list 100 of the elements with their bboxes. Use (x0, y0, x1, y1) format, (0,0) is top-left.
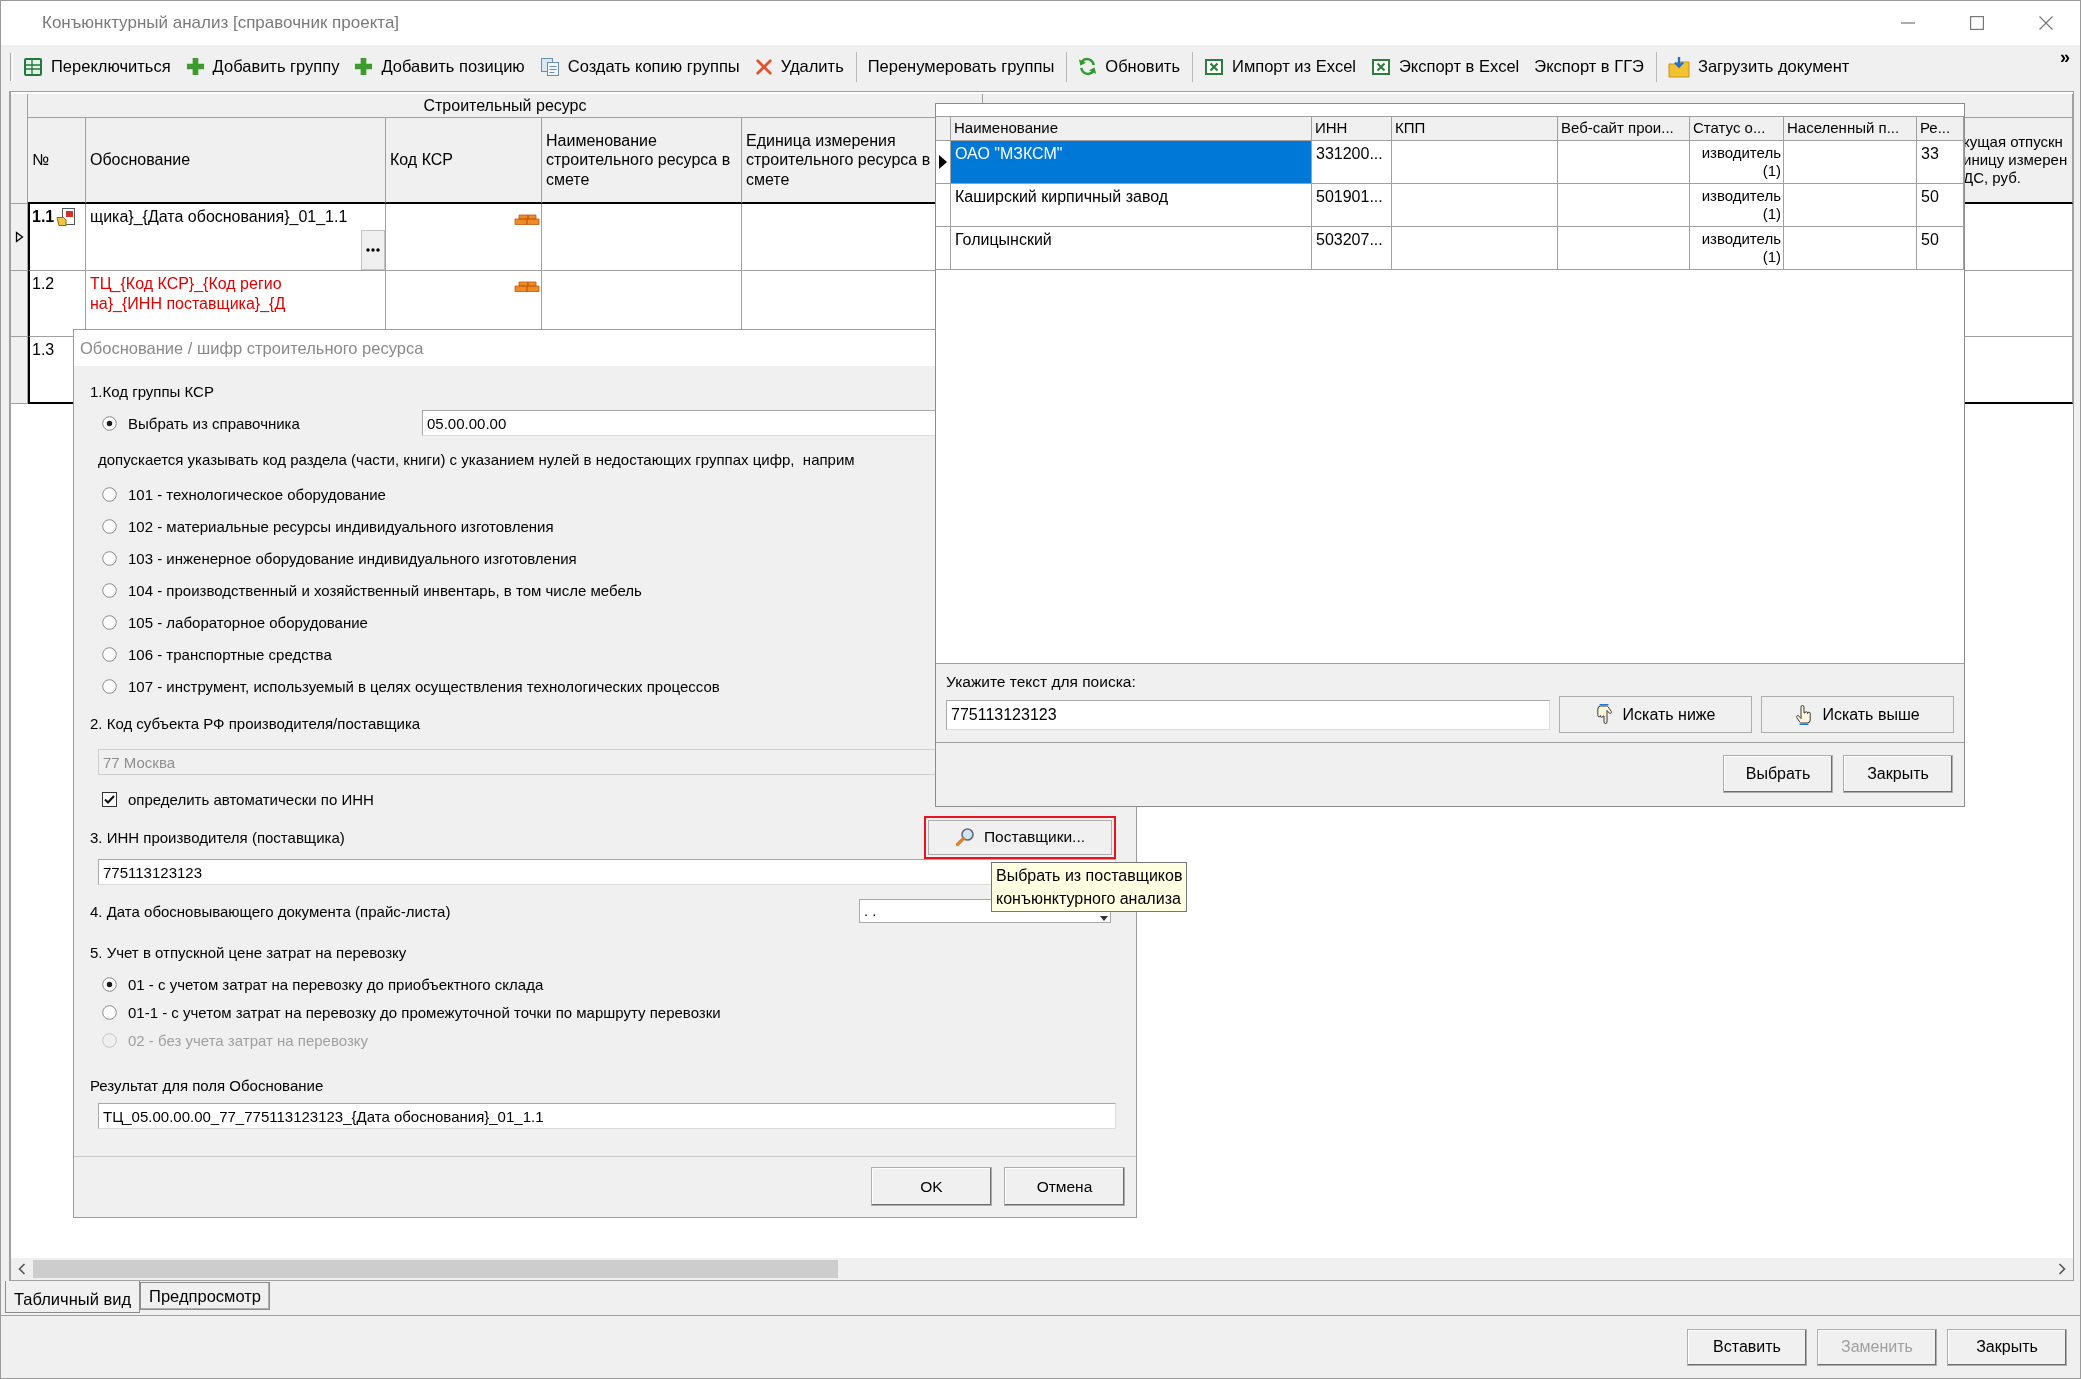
plus-icon[interactable] (185, 57, 205, 76)
table-cell[interactable] (1784, 227, 1917, 270)
search-button[interactable]: Искать выше (1761, 696, 1954, 733)
toolbar-button[interactable]: Удалить (749, 53, 849, 80)
view-tab[interactable]: Табличный вид (5, 1281, 141, 1313)
toolbar-button[interactable]: Добавить позицию (349, 53, 530, 80)
column-header[interactable]: № (28, 118, 86, 204)
table-cell[interactable]: 331200... (1312, 141, 1392, 184)
radio-button[interactable] (102, 646, 117, 662)
radio-button[interactable] (102, 550, 117, 566)
grid-sheet-icon[interactable] (23, 56, 43, 77)
radio-button[interactable] (102, 486, 117, 502)
row-header[interactable] (11, 204, 28, 271)
dialog-button[interactable]: Отмена (1004, 1167, 1125, 1206)
view-tab[interactable]: Предпросмотр (140, 1282, 270, 1310)
hint-text: допускается указывать код раздела (части, книги) с указанием нулей в недостающих группах цифр, наприм (98, 450, 855, 468)
option-label: 103 - инженерное оборудование индивидуального изготовления (128, 549, 577, 567)
table-cell[interactable] (1558, 141, 1690, 184)
toolbar-button[interactable]: Создать копию группы (534, 52, 745, 81)
option-label: Выбрать из справочника (128, 414, 300, 432)
refresh-icon[interactable] (1078, 57, 1098, 76)
search-label: Укажите текст для поиска: (946, 673, 1136, 691)
row-number: 1.2 (32, 274, 55, 294)
document-icon (56, 207, 77, 227)
table-cell[interactable]: изводитель (1) (1690, 141, 1784, 184)
table-cell[interactable] (1784, 141, 1917, 184)
radio-button[interactable] (102, 582, 117, 598)
dialog-button[interactable]: Выбрать (1723, 755, 1833, 793)
toolbar-button[interactable]: Экспорт в Excel (1366, 52, 1525, 81)
footer-button[interactable]: Закрыть (1947, 1328, 2067, 1366)
toolbar-button[interactable]: Перенумеровать группы (862, 53, 1060, 80)
column-header[interactable]: Наименование (951, 117, 1312, 141)
caret-icon[interactable] (1100, 916, 1108, 921)
column-header[interactable]: ИНН (1312, 117, 1392, 141)
toolbar-button[interactable]: Обновить (1073, 53, 1185, 80)
option-label: 106 - транспортные средства (128, 645, 332, 663)
table-cell[interactable]: изводитель (1) (1690, 227, 1784, 270)
table-cell[interactable] (1558, 184, 1690, 227)
radio-button[interactable] (102, 614, 117, 630)
dialog-button[interactable]: Закрыть (1843, 755, 1953, 793)
spreadsheet-icon[interactable] (1371, 56, 1391, 77)
edit-field[interactable]: щика}_{Дата обоснования}_01_1.1 (86, 204, 386, 271)
minimize-icon[interactable] (1900, 22, 1915, 24)
table-cell[interactable]: 50 (1917, 184, 1964, 227)
table-cell[interactable] (1392, 141, 1558, 184)
table-cell[interactable]: 501901... (1312, 184, 1392, 227)
result-field[interactable]: ТЦ_05.00.00.00_77_775113123123_{Дата обоснования}_01_1.1 (98, 1103, 1116, 1129)
radio-button[interactable] (102, 518, 117, 534)
field-value: щика}_{Дата обоснования}_01_1.1 (89, 207, 349, 227)
search-field[interactable]: 775113123123 (946, 699, 1550, 730)
table-cell[interactable]: 50 (1917, 227, 1964, 270)
radio-button[interactable] (102, 678, 117, 694)
table-cell[interactable]: Каширский кирпичный завод (951, 184, 1312, 227)
folder-arrow-icon[interactable] (1667, 55, 1690, 78)
column-header[interactable]: Наименование строительного ресурса в смете (542, 118, 742, 204)
column-header[interactable]: Обоснование (86, 118, 386, 204)
search-button[interactable]: Искать ниже (1559, 696, 1752, 733)
column-header[interactable]: Статус о... (1690, 117, 1784, 141)
toolbar-button[interactable]: Добавить группу (180, 53, 345, 80)
section-label: 4. Дата обосновывающего документа (прайс-листа) (90, 902, 451, 920)
ellipsis-button[interactable] (361, 230, 385, 270)
brick-icon (514, 281, 540, 293)
maximize-icon[interactable] (1969, 16, 1984, 30)
tooltip: Выбрать из поставщиков конъюнктурного анализа (991, 862, 1188, 912)
table-cell[interactable]: Голицынский (951, 227, 1312, 270)
table-cell[interactable] (1558, 227, 1690, 270)
radio-button[interactable] (102, 415, 117, 431)
toolbar-button[interactable]: Экспорт в ГГЭ (1529, 53, 1649, 80)
row-header[interactable] (936, 141, 951, 184)
column-header[interactable]: Населенный п... (1784, 117, 1917, 141)
table-cell[interactable] (1392, 227, 1558, 270)
radio-button[interactable] (102, 976, 117, 992)
table-cell[interactable] (1392, 184, 1558, 227)
column-header[interactable]: Ре... (1917, 117, 1964, 141)
dialog-button[interactable]: OK (871, 1167, 992, 1206)
plus-icon[interactable] (354, 57, 374, 76)
copy-icon[interactable] (539, 56, 560, 77)
suppliers-button[interactable]: Поставщики... (924, 815, 1116, 859)
spreadsheet-icon[interactable] (1204, 56, 1224, 77)
chevron-right-icon[interactable] (2058, 1263, 2066, 1275)
chevron-left-icon[interactable] (18, 1263, 26, 1275)
table-cell[interactable] (1784, 184, 1917, 227)
table-cell[interactable]: изводитель (1) (1690, 184, 1784, 227)
radio-button[interactable] (102, 1004, 117, 1020)
toolbar-button[interactable]: Переключиться (18, 52, 176, 81)
toolbar-button[interactable]: Импорт из Excel (1199, 52, 1361, 81)
toolbar-overflow-button[interactable]: » (2058, 47, 2072, 68)
table-cell[interactable]: ОАО "МЗКСМ" (951, 141, 1312, 184)
table-cell[interactable]: 33 (1917, 141, 1964, 184)
search-icon (954, 827, 975, 847)
toolbar-button[interactable]: Загрузить документ (1662, 51, 1855, 82)
footer-button[interactable]: Вставить (1687, 1328, 1807, 1366)
column-header[interactable]: Код КСР (386, 118, 542, 204)
column-header[interactable]: КПП (1392, 117, 1558, 141)
close-icon[interactable] (2038, 16, 2053, 30)
cross-icon[interactable] (754, 57, 773, 76)
option-label: 01 - с учетом затрат на перевозку до приобъектного склада (128, 975, 544, 993)
scrollbar-thumb[interactable] (33, 1260, 838, 1278)
table-cell[interactable]: 503207... (1312, 227, 1392, 270)
column-header[interactable]: Веб-сайт прои... (1558, 117, 1690, 141)
